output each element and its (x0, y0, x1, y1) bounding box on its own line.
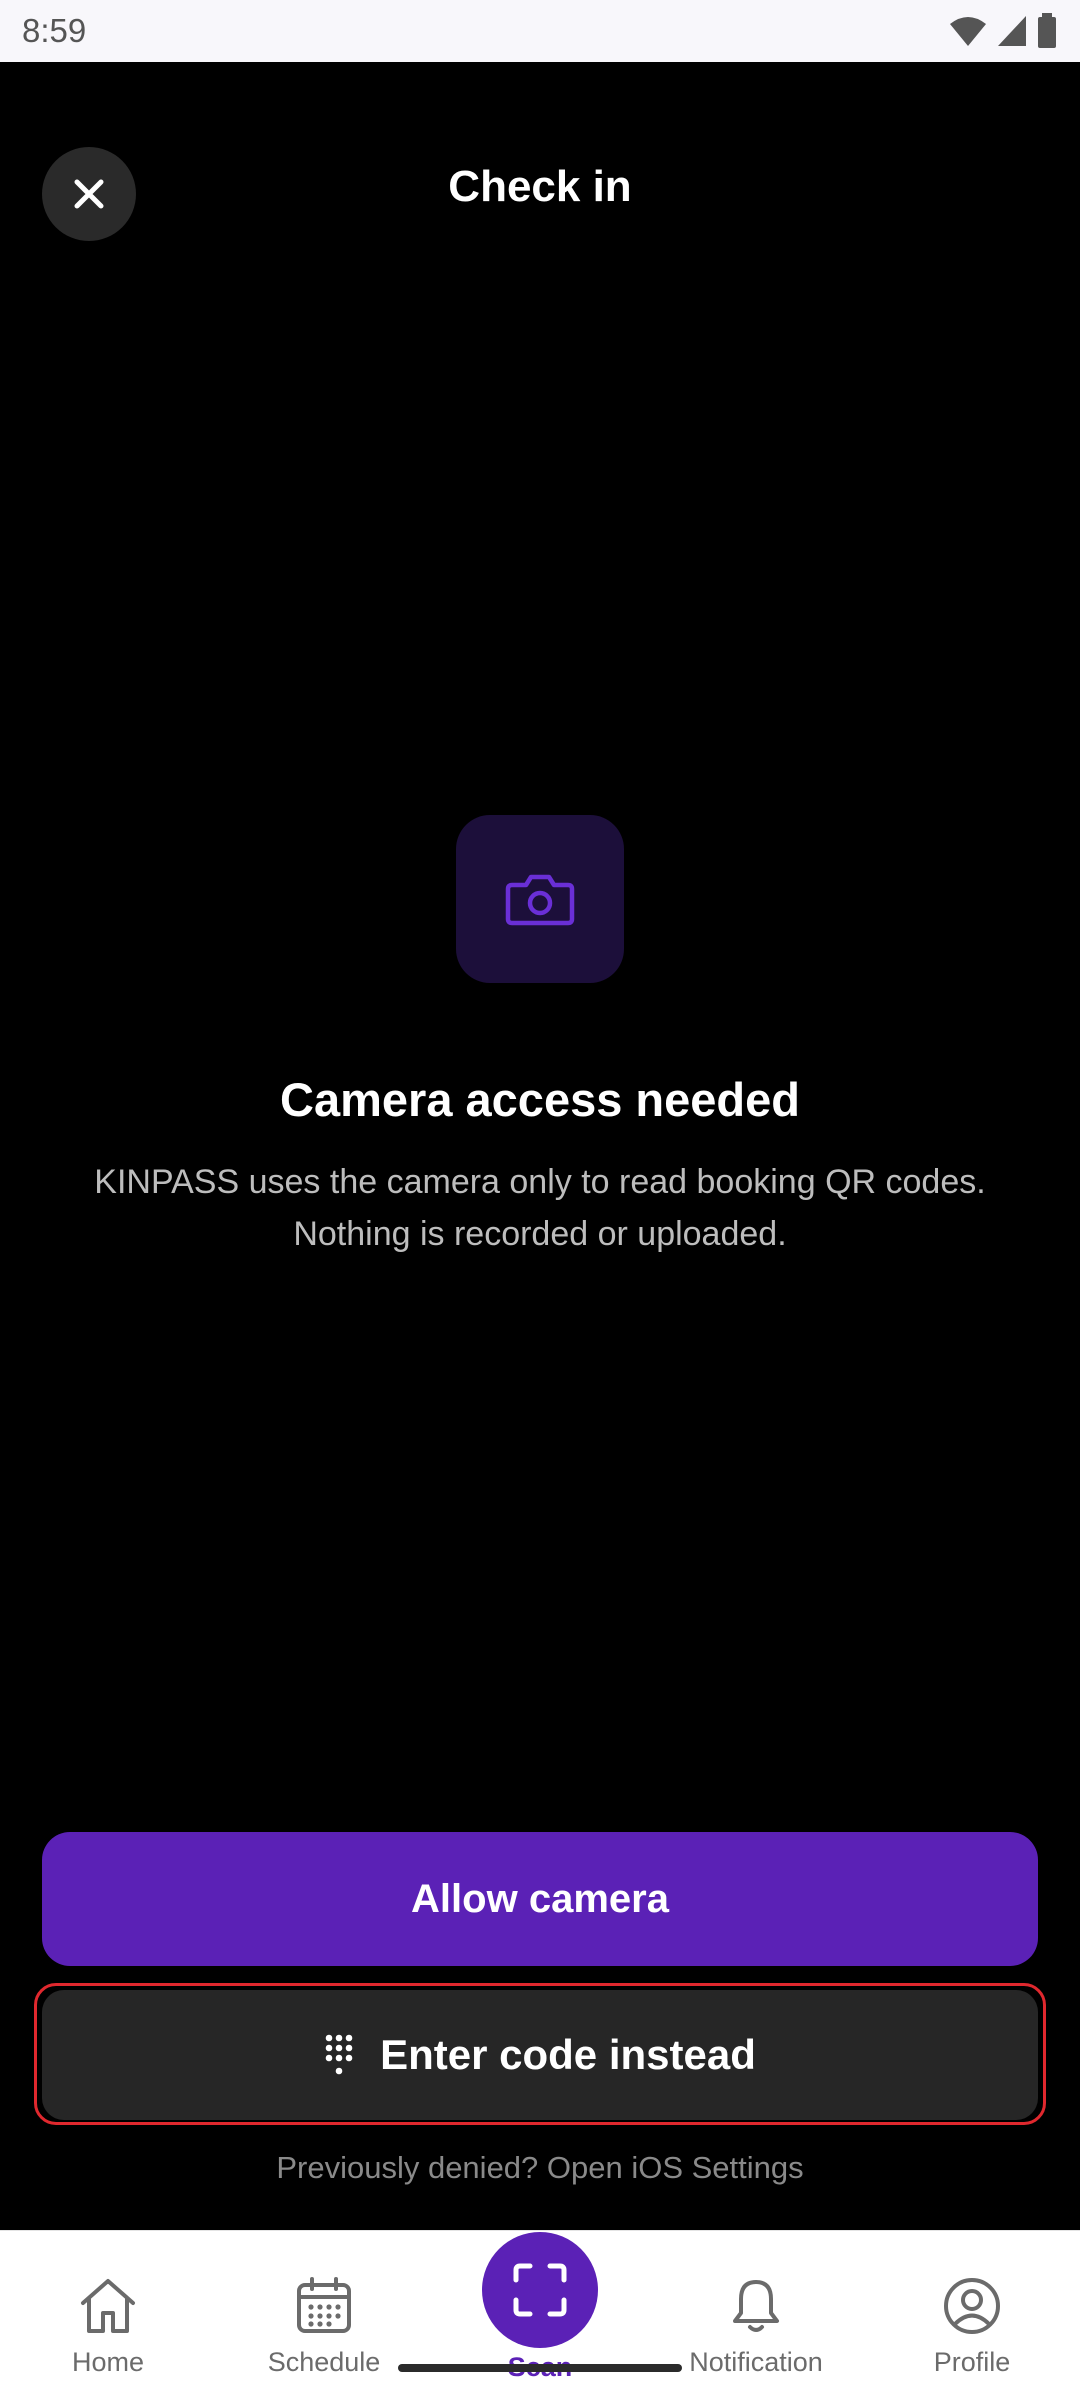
permission-title: Camera access needed (280, 1073, 800, 1126)
allow-camera-button[interactable]: Allow camera (42, 1832, 1038, 1966)
camera-tile (456, 815, 624, 983)
profile-icon (944, 2278, 1000, 2334)
enter-code-button[interactable]: Enter code instead (42, 1990, 1038, 2120)
wifi-icon (950, 17, 986, 46)
permission-description-line1: KINPASS uses the camera only to read boo… (94, 1163, 986, 1201)
permission-description-line2: Nothing is recorded or uploaded. (293, 1215, 787, 1253)
camera-icon (505, 874, 575, 926)
home-indicator (398, 2364, 682, 2372)
scan-icon (513, 2263, 567, 2317)
open-settings-link[interactable]: Previously denied? Open iOS Settings (0, 2150, 1080, 2186)
battery-icon (1038, 13, 1056, 48)
status-icons (948, 13, 1058, 49)
enter-code-label: Enter code instead (380, 2031, 756, 2078)
signal-icon (998, 16, 1026, 46)
check-in-screen: 8:59 Check in Camera access needed KINPA… (0, 0, 1080, 2400)
status-time: 8:59 (22, 12, 87, 49)
nav-item-scan[interactable] (482, 2232, 598, 2348)
calendar-icon (297, 2277, 351, 2333)
permission-description: KINPASS uses the camera only to read boo… (40, 1156, 1040, 1260)
home-icon (81, 2279, 135, 2333)
status-bar: 8:59 (0, 0, 1080, 62)
page-title: Check in (448, 162, 632, 211)
bell-icon (733, 2280, 779, 2332)
keypad-icon (325, 2034, 353, 2075)
